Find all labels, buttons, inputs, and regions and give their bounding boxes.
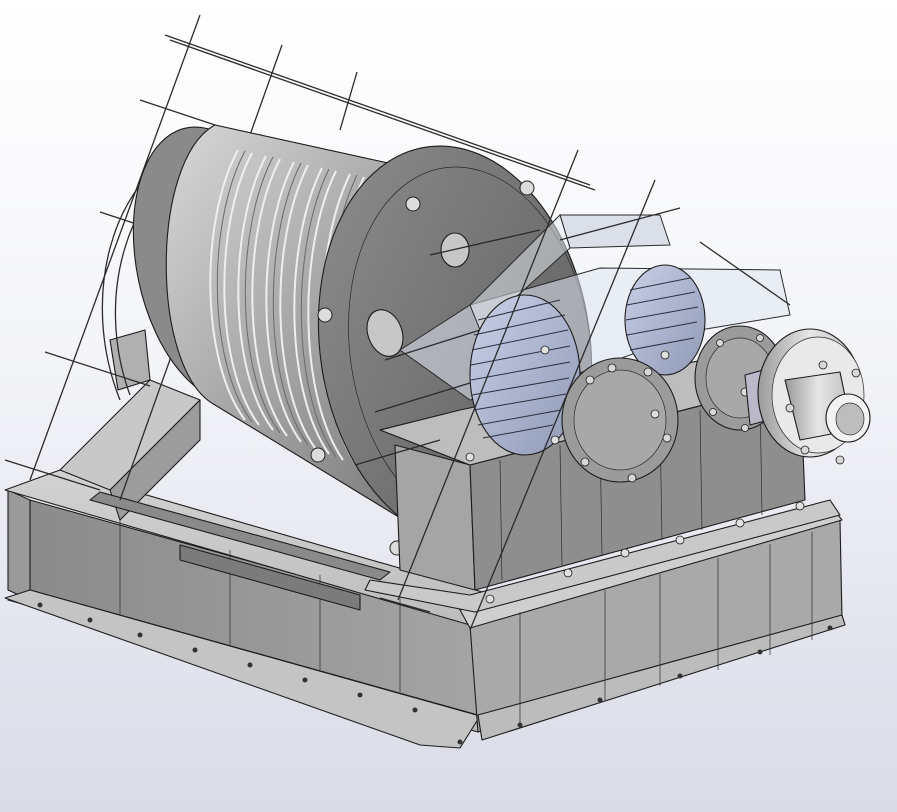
bearing-cap-large[interactable] bbox=[561, 357, 679, 483]
cad-viewport[interactable] bbox=[0, 0, 897, 812]
winch-model[interactable] bbox=[0, 0, 897, 812]
